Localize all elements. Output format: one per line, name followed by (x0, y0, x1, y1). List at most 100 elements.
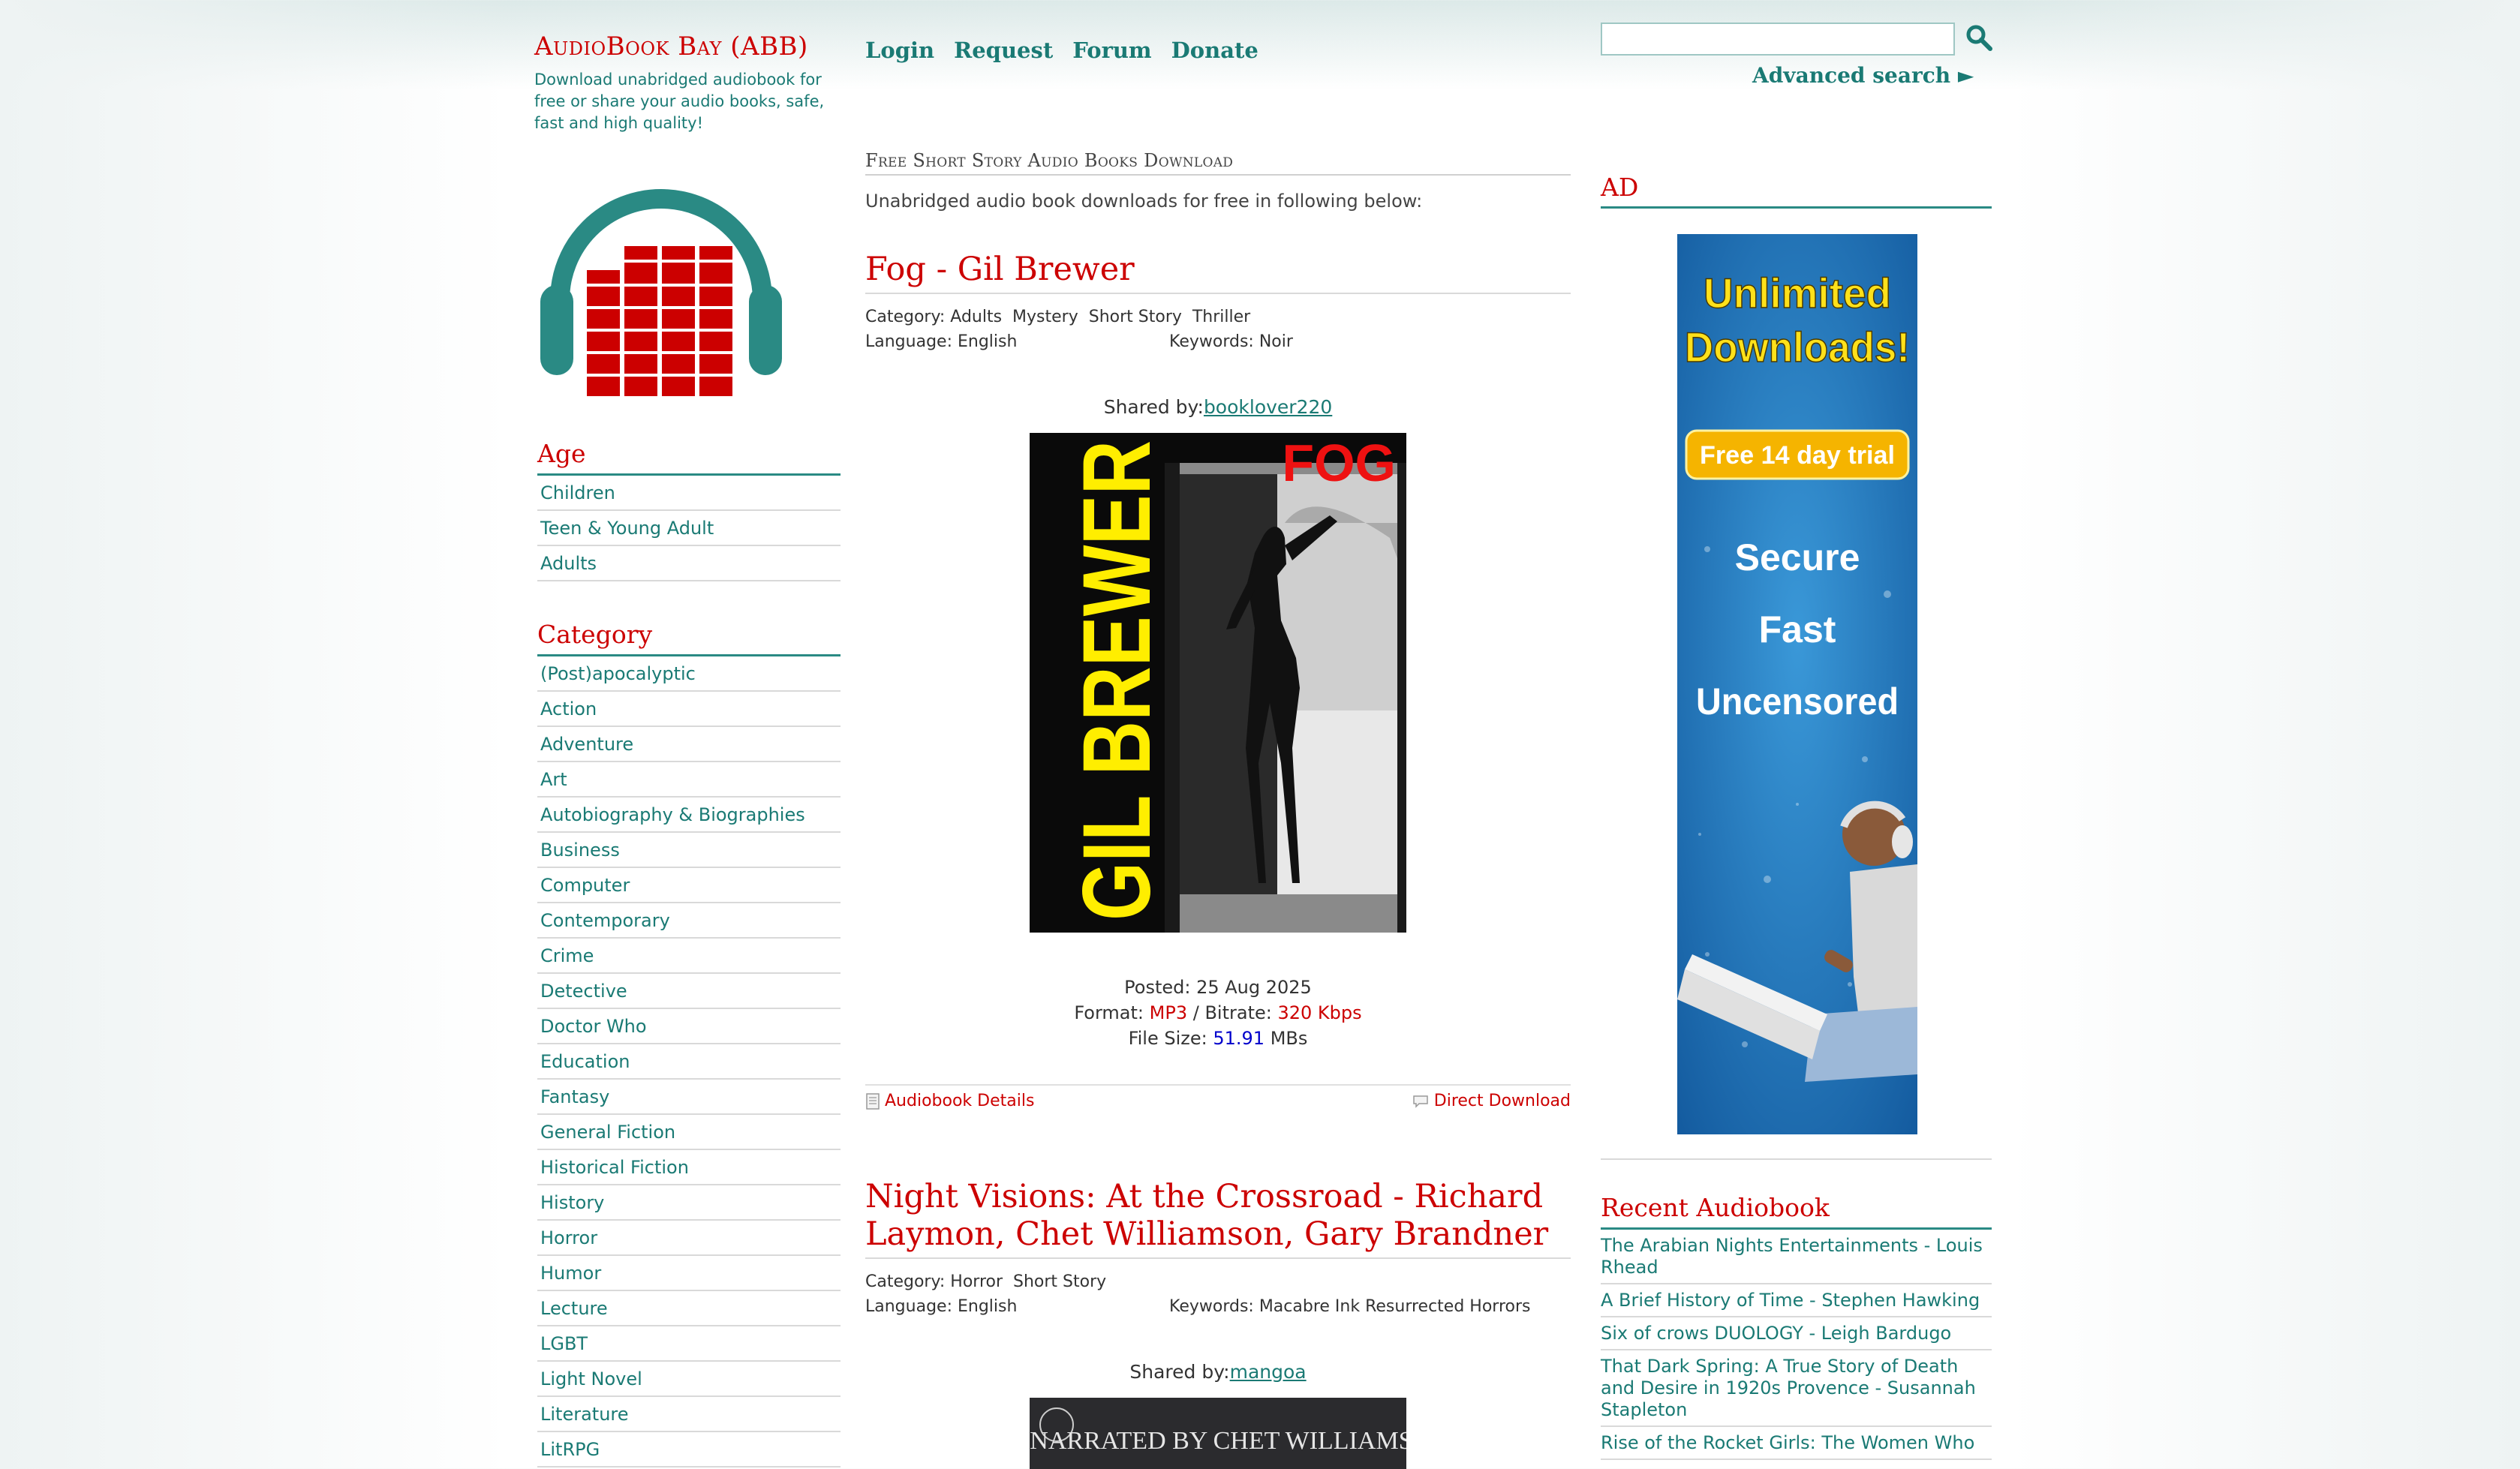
filesize-value: 51.91 (1213, 1028, 1265, 1049)
list-item: Detective (537, 974, 841, 1009)
sidebar-category-detective-link[interactable]: Detective (540, 981, 627, 1002)
list-item: Children (537, 476, 841, 511)
nav-forum-link[interactable]: Forum (1072, 38, 1151, 63)
sidebar-category-autobiography-biographies-link[interactable]: Autobiography & Biographies (540, 804, 805, 825)
list-item: Humor (537, 1256, 841, 1291)
ad-feature-secure: Secure (1735, 536, 1860, 578)
sidebar-category-history-link[interactable]: History (540, 1192, 604, 1213)
sidebar-category-litrpg-link[interactable]: LitRPG (540, 1439, 600, 1460)
sidebar-category-education-link[interactable]: Education (540, 1051, 630, 1072)
sidebar-category-post-apocalyptic-link[interactable]: (Post)apocalyptic (540, 663, 696, 684)
post-night-visions: Night Visions: At the Crossroad - Richar… (865, 1178, 1571, 1469)
sidebar-category-business-link[interactable]: Business (540, 840, 620, 861)
shared-by-user-link[interactable]: booklover220 (1204, 396, 1332, 418)
post-keywords: Keywords: Noir (1169, 332, 1293, 351)
sidebar-category-horror-link[interactable]: Horror (540, 1227, 597, 1248)
nav-request-link[interactable]: Request (954, 38, 1053, 63)
list-item: Adventure (537, 727, 841, 762)
post-links: Audiobook Details Direct Download (865, 1084, 1571, 1110)
recent-six-of-crows-duology-leigh-bardugo-link[interactable]: Six of crows DUOLOGY - Leigh Bardugo (1601, 1323, 1951, 1344)
list-item: LitRPG (537, 1432, 841, 1467)
nav-login-link[interactable]: Login (865, 38, 934, 63)
sidebar-category-light-novel-link[interactable]: Light Novel (540, 1368, 642, 1389)
recent-the-arabian-nights-entertainments-louis-rhead-link[interactable]: The Arabian Nights Entertainments - Loui… (1601, 1235, 1983, 1278)
age-section: Age Children Teen & Young Adult Adults (537, 439, 841, 581)
recent-audiobook-section: Recent Audiobook The Arabian Nights Ente… (1601, 1193, 1992, 1460)
sidebar-category-fantasy-link[interactable]: Fantasy (540, 1086, 609, 1107)
ad-trial-text: Free 14 day trial (1700, 441, 1895, 470)
post-language: Language: English (865, 332, 1018, 351)
list-item: That Dark Spring: A True Story of Death … (1601, 1350, 1992, 1427)
category-section: Category (Post)apocalyptic Action Adventur… (537, 620, 841, 1467)
sidebar-age-teen-young-adult-link[interactable]: Teen & Young Adult (540, 518, 714, 539)
advanced-search-link[interactable]: Advanced search ► (1752, 63, 1974, 88)
shared-by-user-link[interactable]: mangoa (1230, 1361, 1307, 1383)
search-icon[interactable] (1964, 23, 1994, 53)
sidebar-category-computer-link[interactable]: Computer (540, 875, 630, 896)
post-meta: Category: Horror Short Story Language: E… (865, 1269, 1571, 1319)
ad-banner[interactable]: Unlimited Downloads! Free 14 day trial S… (1677, 234, 1917, 1134)
list-item: The Arabian Nights Entertainments - Loui… (1601, 1230, 1992, 1284)
post-fog: Fog - Gil Brewer Category: Adults Myster… (865, 251, 1571, 1110)
direct-download-label: Direct Download (1433, 1092, 1571, 1110)
direct-download-link[interactable]: Direct Download (1412, 1092, 1571, 1110)
sidebar-category-crime-link[interactable]: Crime (540, 945, 594, 966)
section-title: Free Short Story Audio Books Download (865, 150, 1571, 176)
post-title[interactable]: Fog - Gil Brewer (865, 251, 1571, 294)
list-item: Business (537, 833, 841, 868)
list-item: Horror (537, 1221, 841, 1256)
sidebar-category-literature-link[interactable]: Literature (540, 1404, 629, 1425)
list-item: Education (537, 1044, 841, 1080)
book-cover-image[interactable]: GIL BREWER FOG (1030, 433, 1406, 933)
list-item: Lecture (537, 1291, 841, 1326)
recent-a-brief-history-of-time-stephen-hawking-link[interactable]: A Brief History of Time - Stephen Hawkin… (1601, 1290, 1980, 1311)
list-item: Historical Fiction (537, 1150, 841, 1185)
sidebar-age-children-link[interactable]: Children (540, 482, 615, 503)
search-input[interactable] (1601, 23, 1955, 56)
list-item: LGBT (537, 1326, 841, 1362)
intro-text: Unabridged audio book downloads for free… (865, 191, 1423, 212)
page: AudioBook Bay (ABB) Download unabridged … (0, 0, 2520, 1469)
post-title[interactable]: Night Visions: At the Crossroad - Richar… (865, 1178, 1571, 1259)
sidebar-category-lecture-link[interactable]: Lecture (540, 1298, 608, 1319)
audiobook-details-link[interactable]: Audiobook Details (865, 1092, 1034, 1110)
list-item: Crime (537, 939, 841, 974)
list-item: A Brief History of Time - Stephen Hawkin… (1601, 1284, 1992, 1317)
sidebar-category-general-fiction-link[interactable]: General Fiction (540, 1122, 675, 1143)
list-item: Doctor Who (537, 1009, 841, 1044)
ad-feature-uncensored: Uncensored (1696, 680, 1899, 722)
cover-title-text: FOG (1282, 434, 1396, 492)
recent-rise-of-the-rocket-girls-the-women-who-link[interactable]: Rise of the Rocket Girls: The Women Who (1601, 1432, 1974, 1453)
audiobook-details-label: Audiobook Details (885, 1092, 1035, 1110)
site-title[interactable]: AudioBook Bay (ABB) (534, 32, 808, 62)
sidebar-category-action-link[interactable]: Action (540, 698, 597, 719)
comment-icon (1413, 1095, 1428, 1108)
sidebar-category-contemporary-link[interactable]: Contemporary (540, 910, 670, 931)
post-category: Category: Adults Mystery Short Story Thr… (865, 308, 1251, 326)
shared-by: Shared by:booklover220 (865, 396, 1571, 418)
sidebar-category-adventure-link[interactable]: Adventure (540, 734, 633, 755)
age-list: Children Teen & Young Adult Adults (537, 476, 841, 581)
nav-donate-link[interactable]: Donate (1171, 38, 1258, 63)
sidebar-category-lgbt-link[interactable]: LGBT (540, 1333, 588, 1354)
top-nav: Login Request Forum Donate (865, 38, 1258, 63)
post-keywords: Keywords: Macabre Ink Resurrected Horror… (1169, 1297, 1531, 1316)
list-item: Fantasy (537, 1080, 841, 1115)
recent-that-dark-spring-a-true-story-of-death-and-desire-in-1920s-provence-susannah-stapleton-link[interactable]: That Dark Spring: A True Story of Death … (1601, 1356, 1976, 1420)
sidebar-category-humor-link[interactable]: Humor (540, 1263, 601, 1284)
list-item: Six of crows DUOLOGY - Leigh Bardugo (1601, 1317, 1992, 1350)
sidebar-category-historical-fiction-link[interactable]: Historical Fiction (540, 1157, 689, 1178)
recent-list: The Arabian Nights Entertainments - Loui… (1601, 1230, 1992, 1460)
sidebar-age-adults-link[interactable]: Adults (540, 553, 597, 574)
post-date: Posted: 25 Aug 2025 (1124, 977, 1312, 998)
document-icon (866, 1092, 880, 1110)
sidebar-category-art-link[interactable]: Art (540, 769, 567, 790)
bitrate-value: 320 Kbps (1277, 1002, 1362, 1023)
post-format: Format: MP3 / Bitrate: 320 Kbps (865, 1000, 1571, 1026)
ad-headline-text: Unlimited (1704, 269, 1891, 317)
sidebar-category-doctor-who-link[interactable]: Doctor Who (540, 1016, 647, 1037)
cover-author-text: GIL BREWER (1063, 440, 1171, 921)
bitrate-label: / Bitrate: (1192, 1002, 1272, 1023)
book-cover-image[interactable]: NARRATED BY CHET WILLIAMSON (1030, 1398, 1406, 1469)
site-logo[interactable] (537, 158, 785, 405)
